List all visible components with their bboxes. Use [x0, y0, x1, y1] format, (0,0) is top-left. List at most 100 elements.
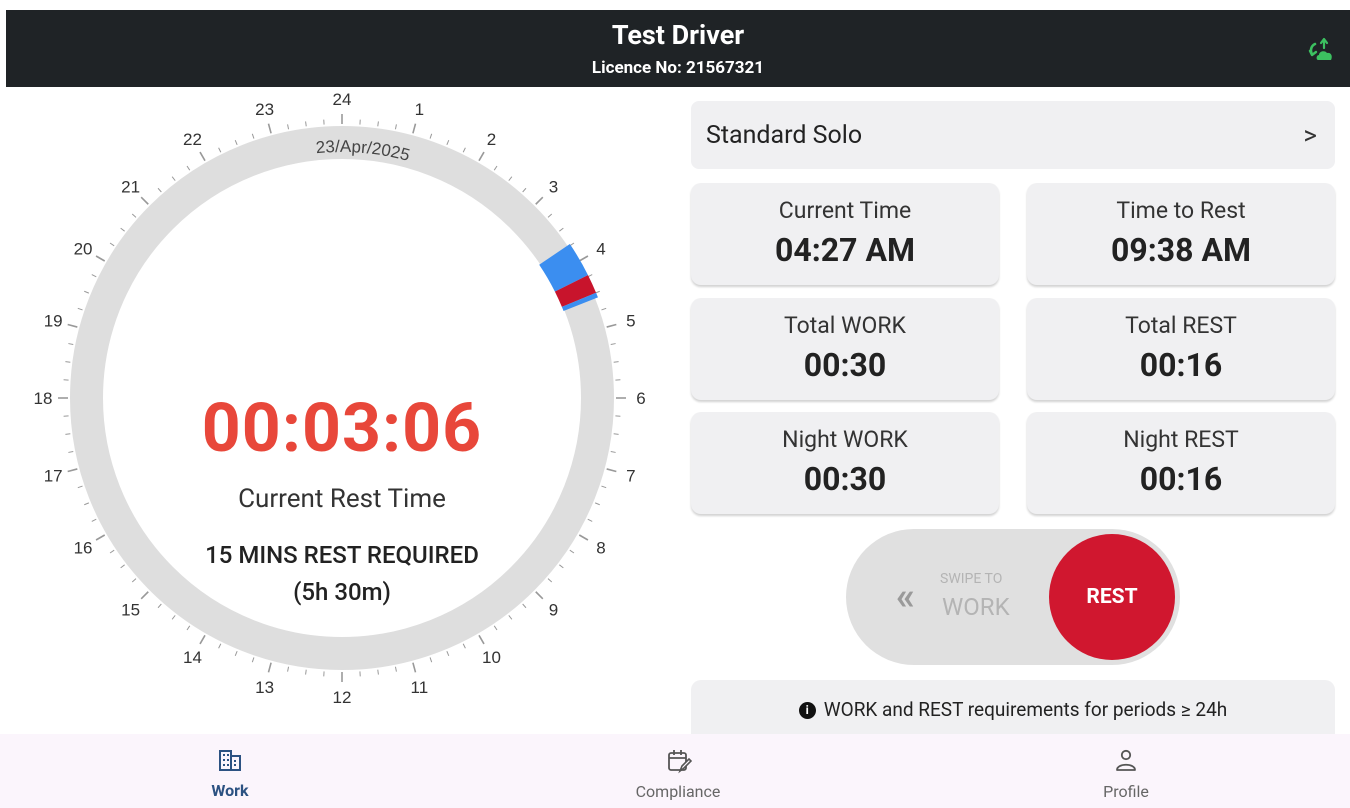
rest-requirement-duration: (5h 30m) — [293, 578, 391, 606]
card-label: Current Time — [778, 197, 912, 224]
dial-tick — [394, 124, 397, 130]
dial-tick — [493, 165, 498, 171]
dial-tick — [77, 307, 83, 311]
hour-label: 7 — [626, 466, 635, 485]
dial-tick — [131, 578, 137, 583]
dial-tick — [120, 564, 125, 569]
dial-tick — [68, 343, 74, 346]
hour-label: 1 — [415, 100, 424, 119]
dial-tick — [601, 485, 607, 489]
nav-item-compliance[interactable]: Compliance — [578, 734, 778, 808]
person-icon — [1116, 749, 1136, 771]
dial-tick — [394, 666, 397, 672]
hour-label: 11 — [411, 678, 429, 697]
dial-tick — [140, 196, 149, 205]
dial-tick — [95, 534, 106, 541]
driver-name: Test Driver — [611, 19, 745, 51]
hour-label: 22 — [183, 130, 202, 149]
dial-tick — [535, 196, 544, 205]
card-label: Total WORK — [784, 312, 906, 339]
hour-label: 15 — [121, 600, 140, 619]
total-work-card: Total WORK 00:30 — [691, 298, 999, 400]
dial-tick — [68, 450, 74, 453]
dial-tick — [462, 643, 466, 649]
swipe-hint-large: WORK — [942, 593, 1010, 621]
info-icon: i — [798, 702, 816, 719]
dial-tick — [478, 634, 485, 645]
dial-tick — [305, 669, 307, 675]
dial-tick — [109, 242, 115, 247]
requirements-info-banner[interactable]: i WORK and REST requirements for periods … — [691, 680, 1335, 736]
dial-tick — [462, 147, 466, 153]
hour-label: 10 — [482, 648, 501, 667]
dial-tick — [446, 650, 450, 656]
dial-tick — [578, 255, 589, 262]
card-label: Total REST — [1125, 312, 1237, 339]
hour-label: 23 — [255, 100, 274, 119]
dial-tick — [109, 549, 115, 554]
card-label: Night REST — [1123, 426, 1239, 453]
dial-tick — [199, 151, 206, 162]
hour-label: 24 — [333, 90, 352, 109]
dial-tick — [610, 450, 616, 453]
dial-tick — [218, 147, 222, 153]
dial-tick — [65, 361, 71, 363]
dial-tick — [587, 518, 593, 522]
dial-tick — [594, 502, 600, 506]
dial-tick — [234, 140, 238, 146]
dial-tick — [522, 187, 527, 193]
rest-button[interactable]: REST — [1049, 534, 1175, 660]
dial-tick — [508, 615, 513, 620]
dial-tick — [508, 176, 513, 181]
licence-number: Licence No: 21567321 — [591, 58, 765, 78]
dial-tick — [65, 433, 71, 435]
swipe-hint-small: SWIPE TO — [940, 571, 1003, 587]
dial-tick — [287, 124, 290, 130]
card-value: 00:30 — [803, 346, 887, 384]
dial-tick — [120, 227, 125, 232]
dial-tick — [77, 485, 83, 489]
dial-tick — [84, 290, 90, 294]
current-time-card: Current Time 04:27 AM — [691, 183, 999, 285]
building-icon — [219, 750, 241, 771]
nav-item-work[interactable]: Work — [130, 734, 330, 808]
ruleset-label: Standard Solo — [706, 121, 863, 150]
dial-tick — [429, 133, 433, 139]
nav-item-profile[interactable]: Profile — [1026, 734, 1226, 808]
dial-tick — [157, 187, 162, 193]
dial-tick — [267, 123, 272, 134]
hour-label: 17 — [44, 466, 63, 485]
nav-label-work: Work — [211, 781, 249, 800]
info-text: WORK and REST requirements for periods ≥… — [823, 698, 1228, 721]
calendar-edit-icon — [668, 750, 692, 774]
hour-label: 6 — [636, 389, 645, 408]
dial-tick — [606, 468, 617, 473]
dial-tick — [446, 140, 450, 146]
card-value: 00:30 — [803, 460, 887, 498]
daily-activity-dial: 24 1 2 3 4 5 6 7 8 9 10 11 12 13 14 15 16 17 18 19 20 21 22 23 2… — [0, 88, 690, 734]
double-chevron-left-icon: « — [896, 575, 915, 619]
dial-tick — [234, 650, 238, 656]
dial-tick — [429, 657, 433, 663]
hour-label: 8 — [596, 539, 605, 558]
dial-tick — [95, 255, 106, 262]
dial-tick — [251, 133, 255, 139]
bottom-navigation: Work Compliance Profile — [0, 734, 1350, 808]
hour-label: 3 — [549, 178, 558, 197]
swipe-to-work-slider[interactable]: « SWIPE TO WORK REST — [846, 529, 1180, 665]
hour-label: 5 — [626, 312, 635, 331]
dial-tick — [186, 165, 191, 171]
dial-tick — [578, 534, 589, 541]
dial-tick — [67, 468, 78, 473]
dial-tick — [606, 323, 617, 328]
dial-tick — [601, 307, 607, 311]
dial-tick — [559, 564, 564, 569]
dial-tick — [610, 343, 616, 346]
dial-tick — [569, 549, 575, 554]
chevron-right-icon: > — [1303, 121, 1317, 151]
dial-tick — [267, 662, 272, 673]
cloud-sync-icon[interactable] — [1306, 34, 1336, 64]
ruleset-selector[interactable]: Standard Solo > — [691, 101, 1335, 169]
dial-tick — [287, 666, 290, 672]
dial-tick — [171, 176, 176, 181]
